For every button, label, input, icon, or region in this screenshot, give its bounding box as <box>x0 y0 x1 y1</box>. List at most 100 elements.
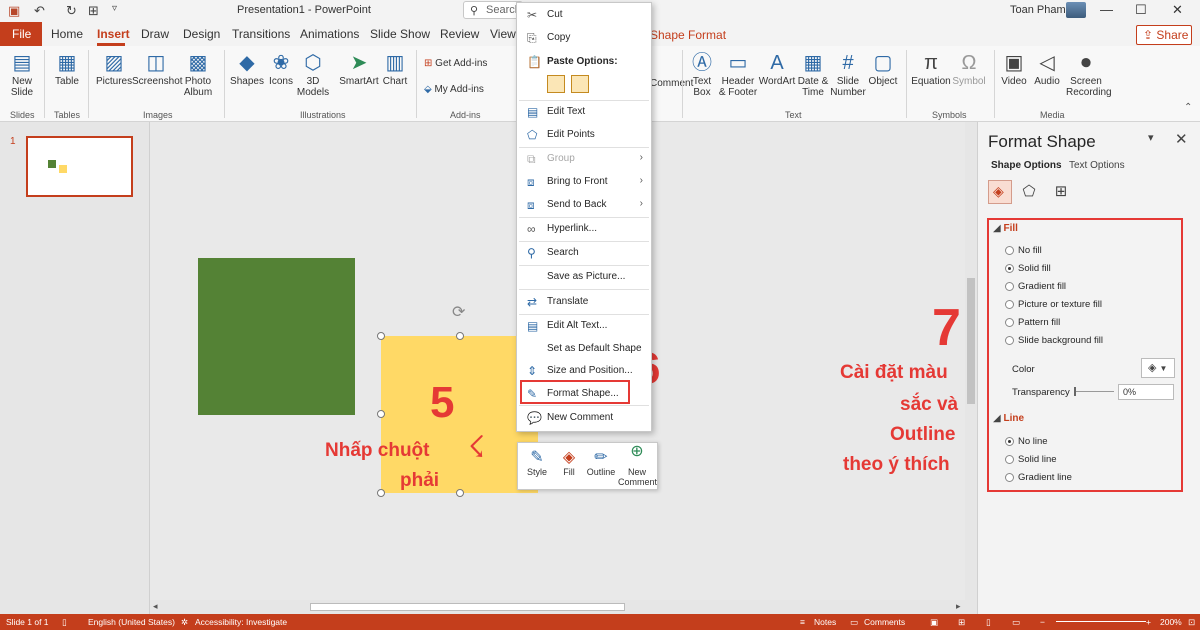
collapse-ribbon-icon[interactable]: ⌃ <box>1184 102 1192 113</box>
radio-pattern-fill[interactable] <box>1005 318 1014 327</box>
date-time-button[interactable]: ▦ Date & Time <box>796 52 830 98</box>
color-picker-button[interactable]: ◈ ▼ <box>1141 358 1175 378</box>
tab-file[interactable]: File <box>0 22 42 46</box>
screenshot-button[interactable]: ◫ Screenshot <box>132 52 183 87</box>
photo-album-button[interactable]: ▩ Photo Album <box>182 52 214 98</box>
chart-button[interactable]: ▥ Chart <box>380 52 410 87</box>
menu-item-bring-to-front[interactable]: ⧈ Bring to Front › <box>517 172 651 192</box>
video-button[interactable]: ▣ Video <box>1000 52 1028 87</box>
avatar[interactable] <box>1066 2 1086 18</box>
notes-button[interactable]: Notes <box>814 617 836 627</box>
rotate-handle-icon[interactable]: ⟳ <box>452 302 465 322</box>
fill-line-tab[interactable]: ◈ <box>988 180 1012 204</box>
fill-button[interactable]: ◈ Fill <box>556 447 582 477</box>
user-name[interactable]: Toan Pham <box>1010 4 1066 16</box>
save-icon[interactable]: ▣ <box>8 3 20 19</box>
paste-picture-icon[interactable] <box>571 75 589 93</box>
minimize-icon[interactable]: — <box>1100 2 1113 17</box>
zoom-slider[interactable] <box>1056 621 1146 622</box>
radio-no-line[interactable] <box>1005 437 1014 446</box>
menu-item-cut[interactable]: ✂ Cut <box>517 5 651 25</box>
outline-button[interactable]: ✏ Outline <box>586 447 616 477</box>
object-button[interactable]: ▢ Object <box>866 52 900 87</box>
vertical-scroll-thumb[interactable] <box>967 278 975 404</box>
radio-solid-line[interactable] <box>1005 455 1014 464</box>
maximize-icon[interactable]: ☐ <box>1135 2 1147 18</box>
paste-keep-formatting-icon[interactable] <box>547 75 565 93</box>
menu-item-hyperlink[interactable]: ∞ Hyperlink... <box>517 219 651 239</box>
shapes-button[interactable]: ◆ Shapes <box>230 52 264 87</box>
radio-solid-fill[interactable] <box>1005 264 1014 273</box>
slider-thumb[interactable] <box>1074 387 1076 396</box>
tab-transitions[interactable]: Transitions <box>232 27 290 41</box>
vertical-scrollbar[interactable] <box>965 122 977 600</box>
header-footer-button[interactable]: ▭ Header & Footer <box>718 52 758 98</box>
presenter-icon[interactable]: ⊞ <box>88 3 99 19</box>
language[interactable]: English (United States) <box>88 617 175 627</box>
size-properties-icon[interactable]: ⊞ <box>1050 182 1072 204</box>
option-solid-line[interactable]: Solid line <box>1018 454 1057 465</box>
menu-item-translate[interactable]: ⇄ Translate <box>517 292 651 312</box>
option-no-fill[interactable]: No fill <box>1018 245 1042 256</box>
menu-item-edit-text[interactable]: ▤ Edit Text <box>517 102 651 122</box>
reading-view-icon[interactable]: ▯ <box>986 617 991 628</box>
radio-slide-background-fill[interactable] <box>1005 336 1014 345</box>
symbol-button[interactable]: Ω Symbol <box>952 52 986 87</box>
resize-handle[interactable] <box>377 489 385 497</box>
horizontal-scrollbar[interactable]: ◂ ▸ <box>150 600 977 614</box>
audio-button[interactable]: ◁ Audio <box>1032 52 1062 87</box>
fit-slide-icon[interactable]: ⊡ <box>1188 617 1195 628</box>
3d-models-button[interactable]: ⬡ 3D Models <box>296 52 330 98</box>
table-button[interactable]: ▦ Table <box>52 52 82 87</box>
resize-handle[interactable] <box>456 489 464 497</box>
comments-button[interactable]: Comments <box>864 617 905 627</box>
search-box[interactable]: ⚲ Search <box>463 1 523 19</box>
new-comment-button[interactable]: ⊕ New Comment <box>618 444 657 488</box>
slideshow-icon[interactable]: ▭ <box>1012 617 1020 628</box>
green-square-shape[interactable] <box>198 258 355 415</box>
text-box-button[interactable]: Ⓐ Text Box <box>688 52 716 98</box>
pane-options-icon[interactable]: ▾ <box>1148 131 1154 144</box>
zoom-out-icon[interactable]: − <box>1040 617 1045 627</box>
icons-button[interactable]: ❀ Icons <box>266 52 296 87</box>
new-slide-button[interactable]: ▤ New Slide <box>6 52 38 98</box>
pictures-button[interactable]: ▨ Pictures <box>96 52 132 87</box>
menu-item-set-default-shape[interactable]: Set as Default Shape <box>517 339 651 359</box>
tab-review[interactable]: Review <box>440 27 479 41</box>
screen-recording-button[interactable]: ⏺ Screen Recording <box>1066 52 1112 98</box>
menu-item-group[interactable]: ⧉ Group › <box>517 149 651 169</box>
option-solid-fill[interactable]: Solid fill <box>1018 263 1051 274</box>
tab-insert[interactable]: Insert <box>97 27 130 41</box>
option-no-line[interactable]: No line <box>1018 436 1048 447</box>
menu-item-new-comment[interactable]: 💬 New Comment <box>517 408 651 428</box>
tab-animations[interactable]: Animations <box>300 27 359 41</box>
my-addins-button[interactable]: ⬙ My Add-ins <box>424 84 494 95</box>
zoom-level[interactable]: 200% <box>1160 617 1182 627</box>
option-picture-fill[interactable]: Picture or texture fill <box>1018 299 1102 310</box>
tab-slide-show[interactable]: Slide Show <box>370 27 430 41</box>
close-icon[interactable]: ✕ <box>1172 2 1183 18</box>
line-section-header[interactable]: ◢ Line <box>993 413 1024 424</box>
wordart-button[interactable]: A WordArt <box>758 52 796 87</box>
tab-shape-format[interactable]: Shape Format <box>650 28 726 42</box>
radio-picture-fill[interactable] <box>1005 300 1014 309</box>
undo-icon[interactable]: ↶ <box>34 3 45 19</box>
option-slide-background-fill[interactable]: Slide background fill <box>1018 335 1103 346</box>
effects-pentagon-icon[interactable]: ⬠ <box>1018 182 1040 204</box>
menu-item-search[interactable]: ⚲ Search <box>517 243 651 263</box>
menu-item-save-as-picture[interactable]: Save as Picture... <box>517 267 651 287</box>
slide-thumbnail[interactable] <box>26 136 133 197</box>
radio-no-fill[interactable] <box>1005 246 1014 255</box>
resize-handle[interactable] <box>377 410 385 418</box>
resize-handle[interactable] <box>377 332 385 340</box>
radio-gradient-line[interactable] <box>1005 473 1014 482</box>
customize-qat-icon[interactable]: ▿ <box>112 3 117 14</box>
transparency-input[interactable]: 0% <box>1118 384 1174 400</box>
slide-sorter-icon[interactable]: ⊞ <box>958 617 965 628</box>
slide-number-button[interactable]: # Slide Number <box>830 52 866 98</box>
menu-item-edit-points[interactable]: ⬠ Edit Points <box>517 125 651 145</box>
tab-shape-options[interactable]: Shape Options <box>991 160 1062 171</box>
option-gradient-line[interactable]: Gradient line <box>1018 472 1072 483</box>
tab-draw[interactable]: Draw <box>141 27 169 41</box>
zoom-in-icon[interactable]: + <box>1146 617 1151 627</box>
